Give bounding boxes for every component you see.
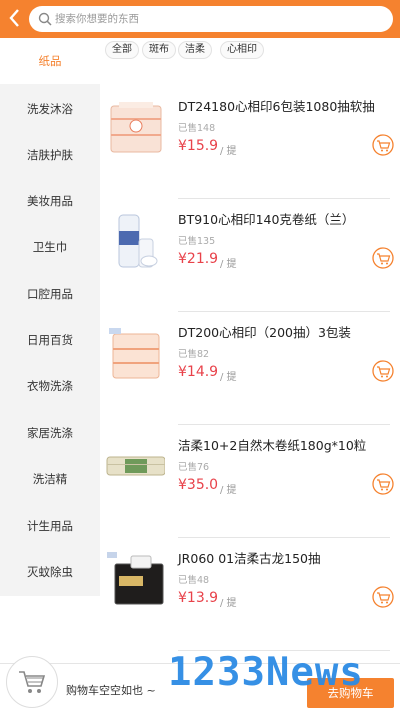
product-sold-count: 已售82 [178,349,210,360]
sidebar-item-oral-care[interactable]: 口腔用品 [0,271,100,317]
add-to-cart-icon[interactable] [372,360,394,382]
tab-all[interactable]: 全部 [105,41,139,59]
sidebar-item-label: 计生用品 [27,519,73,533]
add-to-cart-icon[interactable] [372,473,394,495]
sidebar-item-label: 洗发沐浴 [27,102,73,116]
sidebar-item-family-planning[interactable]: 计生用品 [0,503,100,549]
product-title: JR060 01洁柔古龙150抽 [178,551,321,566]
chevron-left-icon [9,9,19,27]
product-item[interactable]: 洁柔10+2自然木卷纸180g*10粒 已售76 ¥35.0 / 提 [100,425,400,538]
cart-status-text: 购物车空空如也 ~ [66,684,156,697]
sidebar-item-sanitary-pads[interactable]: 卫生巾 [0,224,100,270]
sidebar-item-label: 日用百货 [27,333,73,347]
sidebar-item-label: 灭蚊除虫 [27,565,73,579]
sidebar-item-daily-goods[interactable]: 日用百货 [0,317,100,363]
product-title: BT910心相印140克卷纸（兰） [178,212,355,227]
product-image [110,102,162,153]
search-input[interactable]: 搜索你想要的东西 [29,6,393,32]
sidebar-item-dish-soap[interactable]: 洗洁精 [0,456,100,502]
sidebar-item-label: 美妆用品 [27,194,73,208]
sidebar-item-paper[interactable]: 纸品 [0,38,100,84]
product-price: ¥21.9 [178,251,219,267]
add-to-cart-icon[interactable] [372,134,394,156]
tab-jierou[interactable]: 洁柔 [178,41,212,59]
sidebar-item-label: 纸品 [38,54,62,68]
tab-banbu[interactable]: 斑布 [142,41,176,59]
product-title: 洁柔10+2自然木卷纸180g*10粒 [178,438,367,453]
sidebar-item-label: 洗洁精 [32,472,68,486]
sidebar-item-label: 衣物洗涤 [27,379,73,393]
product-price: ¥14.9 [178,364,219,380]
back-button[interactable] [6,7,24,29]
product-sold-count: 已售76 [178,462,210,473]
add-to-cart-icon[interactable] [372,247,394,269]
search-icon [38,12,52,26]
sidebar-item-home-cleaning[interactable]: 家居洗涤 [0,410,100,456]
watermark: 1233News [168,650,364,695]
product-unit: / 提 [220,372,237,383]
product-item[interactable]: BT910心相印140克卷纸（兰） 已售135 ¥21.9 / 提 [100,199,400,312]
shopping-cart-icon [19,671,46,693]
product-unit: / 提 [220,485,237,496]
product-title: DT24180心相印6包装1080抽软抽 [178,99,375,114]
sidebar-item-laundry[interactable]: 衣物洗涤 [0,363,100,409]
product-title: DT200心相印（200抽）3包装 [178,325,351,340]
product-price: ¥15.9 [178,138,219,154]
cart-button[interactable] [6,656,58,708]
product-item[interactable]: DT200心相印（200抽）3包装 已售82 ¥14.9 / 提 [100,312,400,425]
product-sold-count: 已售148 [178,123,216,134]
category-sidebar: 纸品 洗发沐浴 洁肤护肤 美妆用品 卫生巾 口腔用品 日用百货 衣物洗涤 家居洗… [0,38,100,596]
product-sold-count: 已售135 [178,236,216,247]
product-image [106,456,165,476]
product-price: ¥35.0 [178,477,219,493]
tab-xinxiangyin[interactable]: 心相印 [220,41,264,59]
product-image [118,214,158,268]
sidebar-item-insect-control[interactable]: 灭蚊除虫 [0,549,100,595]
sidebar-item-label: 家居洗涤 [27,426,73,440]
product-item[interactable]: DT24180心相印6包装1080抽软抽 已售148 ¥15.9 / 提 [100,86,400,199]
sidebar-item-label: 洁肤护肤 [27,148,73,162]
product-image [109,328,160,379]
search-placeholder: 搜索你想要的东西 [55,13,139,25]
sidebar-item-makeup[interactable]: 美妆用品 [0,178,100,224]
product-sold-count: 已售48 [178,575,210,586]
product-unit: / 提 [220,146,237,157]
product-image [107,552,164,605]
product-unit: / 提 [220,598,237,609]
sidebar-item-skincare[interactable]: 洁肤护肤 [0,132,100,178]
sidebar-item-label: 口腔用品 [27,287,73,301]
sidebar-item-shampoo-bath[interactable]: 洗发沐浴 [0,86,100,132]
top-bar: 搜索你想要的东西 [0,0,400,38]
product-price: ¥13.9 [178,590,219,606]
brand-filter-tabs: 全部 斑布 洁柔 心相印 [100,38,400,66]
add-to-cart-icon[interactable] [372,586,394,608]
sidebar-item-label: 卫生巾 [32,240,68,254]
product-item[interactable]: JR060 01洁柔古龙150抽 已售48 ¥13.9 / 提 [100,538,400,651]
product-unit: / 提 [220,259,237,270]
